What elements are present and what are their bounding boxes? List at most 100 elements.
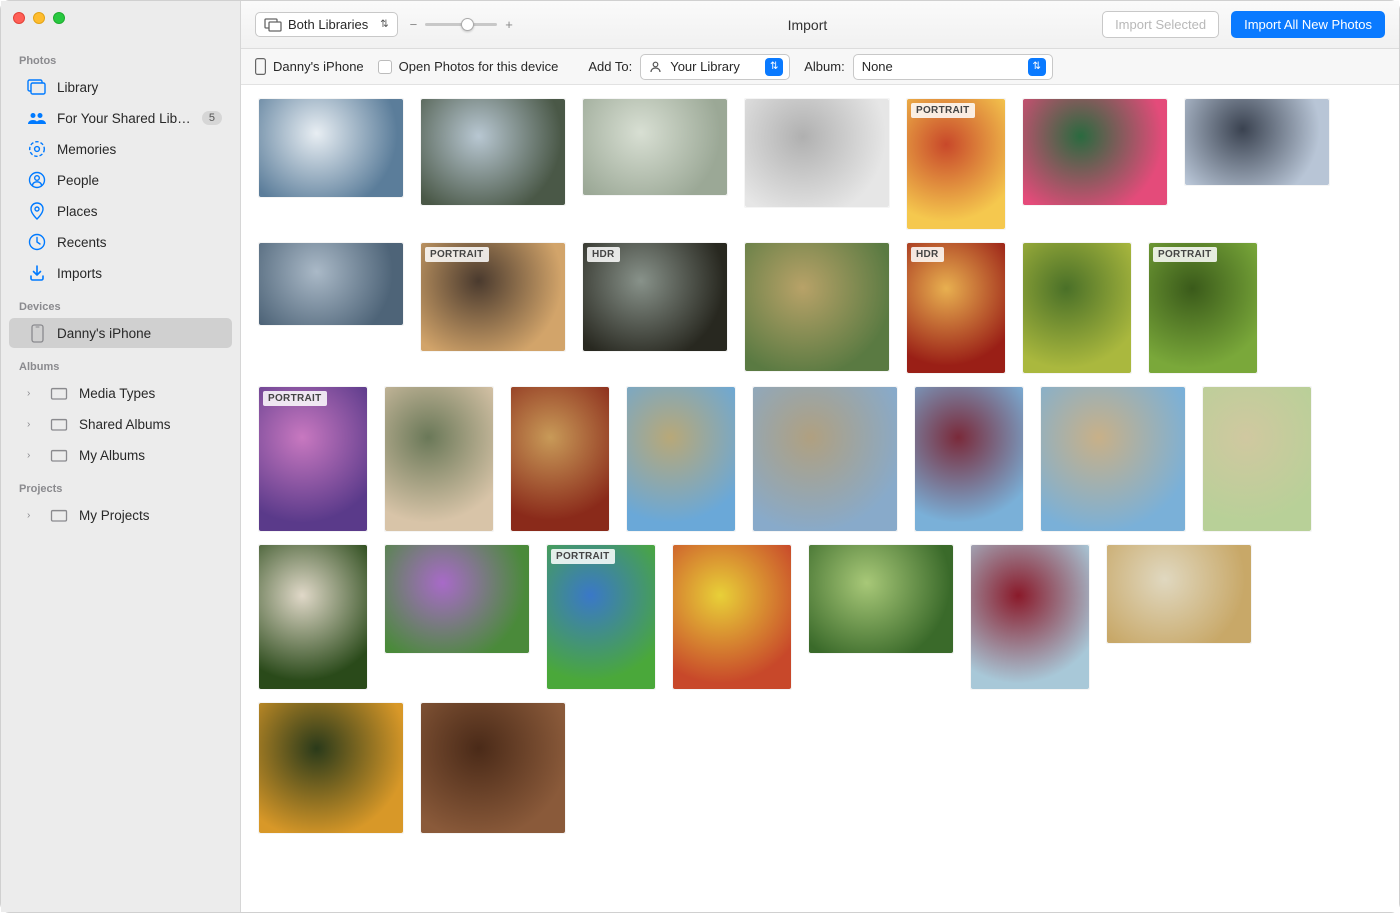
thumbnail[interactable] xyxy=(971,545,1089,689)
thumbnail[interactable] xyxy=(915,387,1023,531)
thumbnail[interactable]: PORTRAIT xyxy=(907,99,1005,229)
folder-icon xyxy=(49,445,69,465)
disclosure-icon[interactable]: › xyxy=(27,419,39,430)
thumbnail[interactable] xyxy=(809,545,953,653)
close-window-icon[interactable] xyxy=(13,12,25,24)
thumbnail[interactable] xyxy=(1023,99,1167,205)
imports-icon xyxy=(27,263,47,283)
sidebar-item[interactable]: People xyxy=(9,165,232,195)
sidebar-item-label: My Projects xyxy=(79,508,222,523)
sidebar-item-label: Danny's iPhone xyxy=(57,326,222,341)
thumbnail-image xyxy=(907,243,1005,373)
photo-type-badge: PORTRAIT xyxy=(425,247,489,262)
zoom-track[interactable] xyxy=(425,23,497,26)
import-all-button[interactable]: Import All New Photos xyxy=(1231,11,1385,38)
thumbnail-image xyxy=(915,387,1023,531)
sidebar-item[interactable]: Imports xyxy=(9,258,232,288)
library-icon xyxy=(27,77,47,97)
toolbar: Both Libraries ⇅ − + Import Import Selec… xyxy=(241,1,1399,49)
thumbnail[interactable]: PORTRAIT xyxy=(259,387,367,531)
thumbnail[interactable] xyxy=(627,387,735,531)
sidebar-item-label: Shared Albums xyxy=(79,417,222,432)
import-selected-button[interactable]: Import Selected xyxy=(1102,11,1219,38)
thumbnail-image xyxy=(1023,243,1131,373)
sidebar-item[interactable]: › Shared Albums xyxy=(9,409,232,439)
thumbnail[interactable] xyxy=(583,99,727,195)
thumbnail-image xyxy=(745,243,889,371)
thumbnail[interactable] xyxy=(259,703,403,833)
disclosure-icon[interactable]: › xyxy=(27,388,39,399)
thumbnail-image xyxy=(809,545,953,653)
thumbnail[interactable] xyxy=(673,545,791,689)
thumbnail-image xyxy=(259,387,367,531)
thumbnail[interactable] xyxy=(753,387,897,531)
thumbnail-image xyxy=(907,99,1005,229)
badge: 5 xyxy=(202,111,222,125)
sidebar-item[interactable]: Places xyxy=(9,196,232,226)
thumbnail[interactable] xyxy=(259,545,367,689)
thumbnail[interactable] xyxy=(385,387,493,531)
iphone-icon xyxy=(27,323,47,343)
thumbnail[interactable] xyxy=(745,243,889,371)
zoom-slider[interactable]: − + xyxy=(410,17,513,32)
sidebar-item[interactable]: Danny's iPhone xyxy=(9,318,232,348)
album-label: Album: xyxy=(804,59,844,74)
sidebar-item[interactable]: Recents xyxy=(9,227,232,257)
fullscreen-window-icon[interactable] xyxy=(53,12,65,24)
sidebar-item[interactable]: › My Projects xyxy=(9,500,232,530)
sidebar-item[interactable]: For Your Shared Lib…5 xyxy=(9,103,232,133)
zoom-knob[interactable] xyxy=(461,18,474,31)
folder-icon xyxy=(49,383,69,403)
thumbnail-scroll-area[interactable]: PORTRAIT PORTRAIT HDR HDR PORTRAIT PORTRAIT PO… xyxy=(241,85,1399,912)
thumbnail[interactable] xyxy=(1107,545,1251,643)
sidebar-item-label: Media Types xyxy=(79,386,222,401)
photo-type-badge: HDR xyxy=(587,247,620,262)
thumbnail-image xyxy=(583,99,727,195)
minimize-window-icon[interactable] xyxy=(33,12,45,24)
thumbnail-image xyxy=(259,243,403,325)
disclosure-icon[interactable]: › xyxy=(27,450,39,461)
thumbnail[interactable] xyxy=(1203,387,1311,531)
open-photos-checkbox[interactable]: Open Photos for this device xyxy=(378,59,559,74)
sidebar-item[interactable]: › My Albums xyxy=(9,440,232,470)
thumbnail-image xyxy=(1041,387,1185,531)
chevron-updown-icon: ⇅ xyxy=(765,58,783,76)
zoom-in-icon[interactable]: + xyxy=(505,17,513,32)
memories-icon xyxy=(27,139,47,159)
thumbnail[interactable] xyxy=(259,99,403,197)
photo-type-badge: PORTRAIT xyxy=(911,103,975,118)
library-scope-dropdown[interactable]: Both Libraries ⇅ xyxy=(255,12,398,37)
checkbox-icon[interactable] xyxy=(378,60,392,74)
sidebar-item-label: Recents xyxy=(57,235,222,250)
album-dropdown[interactable]: None ⇅ xyxy=(853,54,1053,80)
thumbnail[interactable]: PORTRAIT xyxy=(421,243,565,351)
thumbnail[interactable]: HDR xyxy=(907,243,1005,373)
thumbnail[interactable] xyxy=(1041,387,1185,531)
thumbnail[interactable] xyxy=(421,703,565,833)
disclosure-icon[interactable]: › xyxy=(27,510,39,521)
thumbnail[interactable] xyxy=(1023,243,1131,373)
thumbnail-image xyxy=(1107,545,1251,643)
thumbnail[interactable] xyxy=(385,545,529,653)
sidebar-section-title: Projects xyxy=(1,477,240,499)
sidebar-item[interactable]: Library xyxy=(9,72,232,102)
thumbnail[interactable]: PORTRAIT xyxy=(547,545,655,689)
add-to-dropdown[interactable]: Your Library ⇅ xyxy=(640,54,790,80)
folder-icon xyxy=(49,414,69,434)
thumbnail[interactable] xyxy=(421,99,565,205)
thumbnail-image xyxy=(753,387,897,531)
sidebar-item-label: My Albums xyxy=(79,448,222,463)
import-options-bar: Danny's iPhone Open Photos for this devi… xyxy=(241,49,1399,85)
thumbnail-image xyxy=(627,387,735,531)
thumbnail[interactable] xyxy=(1185,99,1329,185)
thumbnail[interactable]: PORTRAIT xyxy=(1149,243,1257,373)
thumbnail[interactable] xyxy=(259,243,403,325)
zoom-out-icon[interactable]: − xyxy=(410,17,418,32)
photo-type-badge: PORTRAIT xyxy=(551,549,615,564)
sidebar-item[interactable]: Memories xyxy=(9,134,232,164)
sidebar-item[interactable]: › Media Types xyxy=(9,378,232,408)
thumbnail[interactable] xyxy=(511,387,609,531)
thumbnail[interactable] xyxy=(745,99,889,207)
thumbnail[interactable]: HDR xyxy=(583,243,727,351)
photo-type-badge: PORTRAIT xyxy=(263,391,327,406)
